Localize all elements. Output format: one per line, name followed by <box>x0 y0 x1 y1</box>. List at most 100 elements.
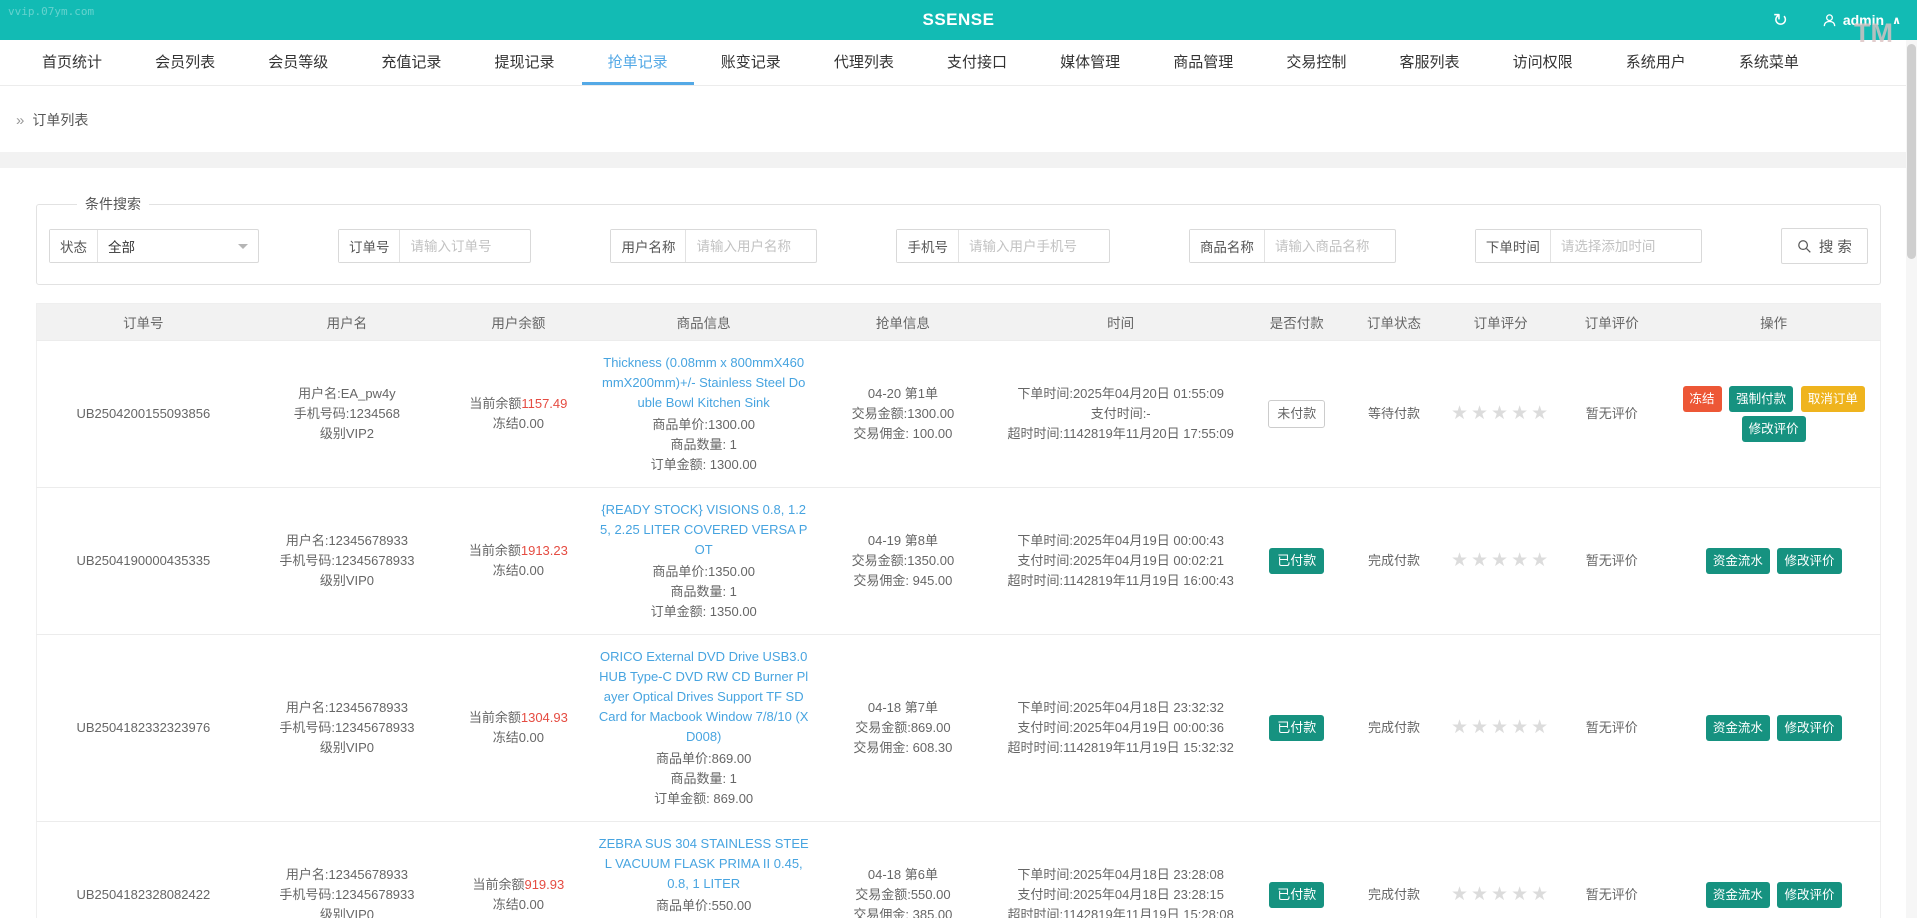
username-line: 用户名:12345678933 <box>285 533 408 548</box>
fund-flow-button[interactable]: 资金流水 <box>1705 714 1770 742</box>
product-link[interactable]: ZEBRA SUS 304 STAINLESS STEEL VACUUM FLA… <box>598 834 809 894</box>
commission-line: 交易佣金: 385.00 <box>853 907 953 918</box>
edit-review-button[interactable]: 修改评价 <box>1777 714 1842 742</box>
col-grab-info: 抢单信息 <box>814 303 991 341</box>
table-row: UB2504200155093856 用户名:EA_pw4y 手机号码:1234… <box>36 340 1881 488</box>
tab-media-management[interactable]: 媒体管理 <box>1034 40 1146 85</box>
status-selected-value: 全部 <box>108 240 135 255</box>
order-no-input[interactable] <box>400 230 531 262</box>
balance-amount: 1304.93 <box>520 710 568 725</box>
timeout-time-line: 超时时间:1142819年11月19日 15:32:32 <box>1007 740 1234 755</box>
timeout-time-line: 超时时间:1142819年11月20日 17:55:09 <box>1007 426 1234 441</box>
tab-product-management[interactable]: 商品管理 <box>1147 40 1259 85</box>
user-name-input[interactable] <box>686 230 817 262</box>
order-status-text: 等待付款 <box>1368 406 1421 421</box>
phone-line: 手机号码:12345678933 <box>279 553 415 568</box>
table-row: UB2504190000435335 用户名:12345678933 手机号码:… <box>36 487 1881 635</box>
tab-trade-control[interactable]: 交易控制 <box>1260 40 1372 85</box>
unit-price-line: 商品单价:869.00 <box>655 751 752 766</box>
order-no: UB2504182332323976 <box>76 720 211 735</box>
status-select[interactable]: 全部 <box>98 230 258 262</box>
fund-flow-button[interactable]: 资金流水 <box>1705 881 1770 909</box>
pay-time-line: 支付时间:- <box>1090 406 1151 421</box>
breadcrumb: » 订单列表 <box>0 86 1917 152</box>
quantity-line: 商品数量: 1 <box>670 437 737 452</box>
pay-status-badge: 已付款 <box>1269 715 1325 741</box>
phone-line: 手机号码:12345678933 <box>279 887 415 902</box>
star-rating: ★★★★★ <box>1450 402 1552 424</box>
phone-input[interactable] <box>958 230 1109 262</box>
table-row: UB2504182328082422 用户名:12345678933 手机号码:… <box>36 821 1881 918</box>
order-no: UB2504200155093856 <box>76 406 211 421</box>
col-pay-status: 是否付款 <box>1250 303 1344 341</box>
grab-seq-line: 04-20 第1单 <box>867 386 938 401</box>
balance-amount: 1913.23 <box>520 543 568 558</box>
frozen-line: 冻结0.00 <box>492 416 544 431</box>
product-link[interactable]: ORICO External DVD Drive USB3.0 HUB Type… <box>598 647 809 747</box>
breadcrumb-arrows-icon: » <box>16 111 25 129</box>
scrollbar-thumb[interactable] <box>1907 44 1916 259</box>
tab-grab-order-records[interactable]: 抢单记录 <box>581 40 694 85</box>
order-time-input[interactable] <box>1550 230 1701 262</box>
tm-watermark: TM <box>1854 18 1893 48</box>
star-rating: ★★★★★ <box>1450 549 1552 571</box>
tab-balance-change-records[interactable]: 账变记录 <box>695 40 807 85</box>
product-link[interactable]: Thickness (0.08mm x 800mmX460mmX200mm)+/… <box>598 353 808 413</box>
page-divider <box>0 152 1917 168</box>
tab-home-stats[interactable]: 首页统计 <box>16 40 128 85</box>
order-review-text: 暂无评价 <box>1585 553 1638 568</box>
force-pay-button[interactable]: 强制付款 <box>1729 385 1794 412</box>
tab-member-list[interactable]: 会员列表 <box>129 40 241 85</box>
order-time-line: 下单时间:2025年04月19日 00:00:43 <box>1017 533 1224 548</box>
unit-price-line: 商品单价:550.00 <box>655 898 752 913</box>
tab-system-users[interactable]: 系统用户 <box>1600 40 1712 85</box>
timeout-time-line: 超时时间:1142819年11月19日 16:00:43 <box>1007 573 1234 588</box>
edit-review-button[interactable]: 修改评价 <box>1741 416 1806 443</box>
trade-amount-line: 交易金额:869.00 <box>855 720 951 735</box>
grab-seq-line: 04-19 第8单 <box>867 533 938 548</box>
tab-customer-service-list[interactable]: 客服列表 <box>1374 40 1486 85</box>
trade-amount-line: 交易金额:1350.00 <box>851 553 955 568</box>
phone-line: 手机号码:12345678933 <box>279 720 415 735</box>
phone-field-group: 手机号 <box>896 229 1110 263</box>
order-status-text: 完成付款 <box>1368 887 1421 902</box>
search-button[interactable]: 搜 索 <box>1780 228 1868 264</box>
freeze-button[interactable]: 冻结 <box>1682 385 1722 412</box>
cancel-order-button[interactable]: 取消订单 <box>1800 385 1865 412</box>
grab-seq-line: 04-18 第6单 <box>867 867 938 882</box>
tab-payment-api[interactable]: 支付接口 <box>921 40 1033 85</box>
col-order-rating: 订单评分 <box>1444 303 1557 341</box>
order-review-text: 暂无评价 <box>1585 887 1638 902</box>
user-name-field-group: 用户名称 <box>610 229 818 263</box>
order-amount-line: 订单金额: 869.00 <box>654 791 754 806</box>
pay-time-line: 支付时间:2025年04月19日 00:00:36 <box>1017 720 1224 735</box>
quantity-line: 商品数量: 1 <box>670 584 737 599</box>
tab-access-permissions[interactable]: 访问权限 <box>1487 40 1599 85</box>
order-time-line: 下单时间:2025年04月18日 23:28:08 <box>1017 867 1224 882</box>
refresh-icon[interactable]: ↻ <box>1773 11 1788 29</box>
tab-agent-list[interactable]: 代理列表 <box>808 40 920 85</box>
tab-recharge-records[interactable]: 充值记录 <box>355 40 467 85</box>
chevron-up-icon: ∧ <box>1892 14 1901 27</box>
balance-line: 当前余额1913.23 <box>468 543 568 558</box>
caret-down-icon <box>238 243 248 254</box>
unit-price-line: 商品单价:1350.00 <box>652 564 755 579</box>
product-link[interactable]: {READY STOCK} VISIONS 0.8, 1.25, 2.25 LI… <box>598 500 808 560</box>
trade-amount-line: 交易金额:550.00 <box>855 887 951 902</box>
star-rating: ★★★★★ <box>1450 883 1552 905</box>
level-line: 级别VIP0 <box>319 573 375 588</box>
col-username: 用户名 <box>249 303 445 341</box>
edit-review-button[interactable]: 修改评价 <box>1777 547 1842 575</box>
level-line: 级别VIP0 <box>319 740 375 755</box>
col-balance: 用户余额 <box>444 303 593 341</box>
tab-system-menu[interactable]: 系统菜单 <box>1713 40 1825 85</box>
tab-member-level[interactable]: 会员等级 <box>242 40 354 85</box>
edit-review-button[interactable]: 修改评价 <box>1777 881 1842 909</box>
tab-withdraw-records[interactable]: 提现记录 <box>469 40 581 85</box>
fund-flow-button[interactable]: 资金流水 <box>1705 547 1770 575</box>
product-name-input[interactable] <box>1264 230 1395 262</box>
order-time-line: 下单时间:2025年04月20日 01:55:09 <box>1017 386 1224 401</box>
pay-status-badge: 已付款 <box>1269 882 1325 908</box>
commission-line: 交易佣金: 100.00 <box>853 426 953 441</box>
table-row: UB2504182332323976 用户名:12345678933 手机号码:… <box>36 634 1881 822</box>
